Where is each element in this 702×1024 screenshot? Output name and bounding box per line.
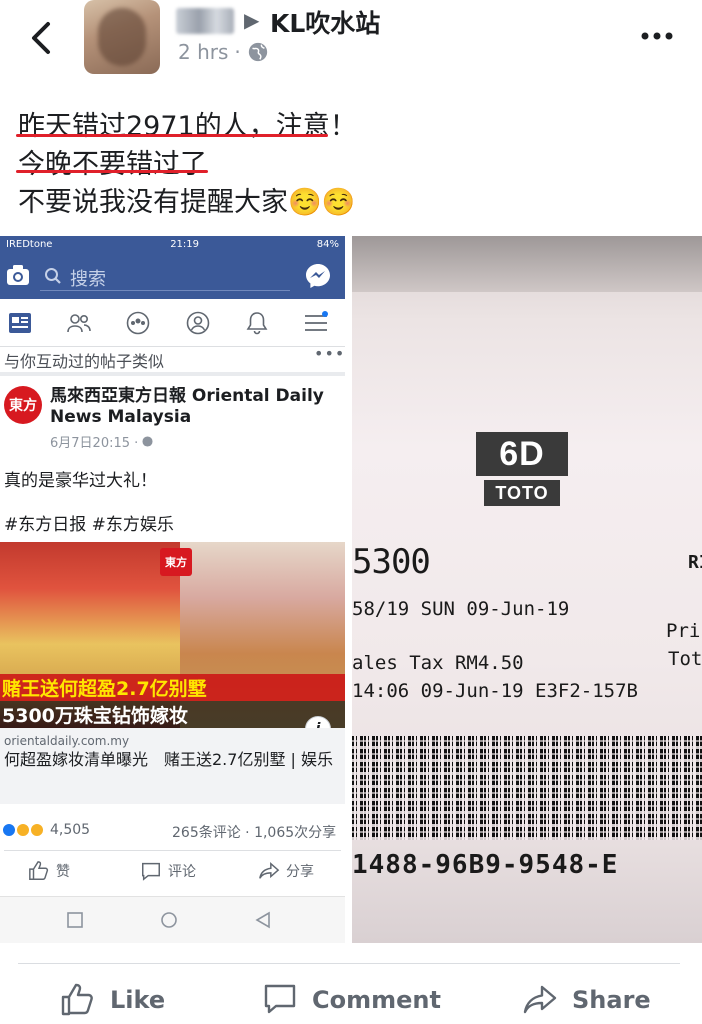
thumbs-up-icon (61, 983, 93, 1016)
shared-post-date: 6月7日20:15 · (50, 432, 153, 451)
ticket-draw-line: 58/19 SUN 09-Jun-19 (352, 598, 570, 620)
shared-post-text: 真的是豪华过大礼！ (4, 471, 157, 491)
screenshot-share-label: 分享 (286, 864, 314, 880)
ticket-time-line: 14:06 09-Jun-19 E3F2-157B (352, 680, 638, 702)
post-meta: 2 hrs · (178, 40, 269, 64)
photo-logo: 東方 (160, 548, 192, 576)
facebook-header: 搜索 (0, 253, 345, 299)
divider (0, 372, 345, 376)
screenshot-share-action: 分享 (258, 860, 314, 882)
battery-level: 84% (316, 239, 339, 250)
thumbs-up-icon (29, 861, 49, 880)
photo-overlay-headline: 赌王送何超盈2.7亿别墅 (0, 674, 345, 701)
post-time: 2 hrs (178, 40, 229, 64)
search-bar: 搜索 (40, 261, 290, 291)
oriental-daily-logo: 東方 (4, 386, 42, 424)
screenshot-like-action: 赞 (28, 860, 70, 882)
haha-reaction-icon (30, 823, 44, 837)
profile-icon (186, 311, 210, 335)
toto-6d-logo: 6D (476, 432, 568, 476)
menu-icon (305, 311, 328, 331)
comment-icon (264, 984, 296, 1014)
more-options-icon[interactable] (640, 30, 674, 42)
share-icon (523, 985, 557, 1014)
red-underline-1 (16, 134, 328, 137)
link-preview: orientaldaily.com.my 何超盈嫁妆清单曝光 赌王送2.7亿别墅… (0, 728, 345, 804)
shared-post-date-text: 6月7日20:15 · (50, 436, 139, 451)
comment-label: Comment (312, 986, 441, 1014)
caption-line-1: 昨天错过2971的人，注意！ (18, 111, 357, 142)
comment-button[interactable]: Comment (262, 982, 441, 1018)
globe-icon (248, 42, 267, 62)
divider (18, 963, 680, 964)
news-feed-icon (9, 313, 31, 333)
ticket-barcode (352, 736, 702, 840)
link-domain: orientaldaily.com.my (4, 734, 130, 748)
notifications-bell-icon (246, 312, 268, 335)
shared-post-hashtags: #东方日报 #东方娱乐 (4, 515, 174, 535)
like-label: Like (110, 986, 166, 1014)
wow-reaction-icon (16, 823, 30, 837)
search-icon (45, 268, 61, 284)
share-label: Share (572, 986, 651, 1014)
globe-icon (142, 436, 153, 447)
section-more-icon: ••• (314, 344, 345, 363)
red-underline-2 (16, 170, 208, 173)
ticket-serial: 1488-96B9-9548-E (352, 850, 619, 880)
divider (4, 850, 341, 851)
status-time: 21:19 (170, 239, 200, 250)
link-title: 何超盈嫁妆清单曝光 赌王送2.7亿别墅 | 娱乐 (4, 750, 334, 769)
like-reaction-icon (2, 823, 16, 837)
screenshot-comment-action: 评论 (140, 860, 196, 882)
photo-overlay-subheadline: 5300万珠宝钻饰嫁妆 (0, 701, 345, 728)
recent-apps-icon (67, 912, 83, 928)
back-icon (255, 911, 270, 929)
camera-icon (7, 265, 29, 285)
avatar[interactable] (84, 0, 160, 74)
section-header: 与你互动过的帖子类似 (4, 352, 165, 371)
ticket-price-label: Pric (666, 620, 702, 642)
carrier-label: IREDtone (6, 239, 53, 250)
ticket-total-label: Tot (668, 648, 702, 670)
ticket-shadow (352, 236, 702, 292)
screenshot-like-label: 赞 (56, 864, 70, 880)
friends-icon (67, 314, 91, 333)
reactions-summary: 4,505 (2, 822, 90, 838)
android-nav-bar (0, 896, 345, 943)
search-placeholder: 搜索 (70, 269, 106, 290)
caption-line-3: 不要说我没有提醒大家☺️☺️ (18, 187, 356, 218)
reactions-count: 4,505 (50, 822, 91, 838)
share-button[interactable]: Share (522, 982, 651, 1018)
comment-icon (142, 862, 160, 881)
like-button[interactable]: Like (60, 982, 165, 1018)
groups-icon (126, 311, 150, 335)
ticket-corner-text: RI (688, 552, 702, 573)
back-arrow-icon[interactable] (26, 18, 56, 58)
ticket-tax-line: ales Tax RM4.50 (352, 652, 524, 674)
comments-shares-stats: 265条评论 · 1,065次分享 (172, 825, 337, 841)
page-name[interactable]: KL吹水站 (270, 4, 380, 40)
ticket-number: 5300 (352, 542, 431, 582)
author-name-blurred[interactable] (176, 8, 234, 34)
facebook-nav-bar (0, 299, 345, 347)
shared-page-name: 馬來西亞東方日報 Oriental Daily News Malaysia (50, 386, 324, 427)
shared-to-arrow-icon: ▶ (244, 8, 260, 32)
messenger-icon (306, 264, 330, 288)
caption-line-2: 今晚不要错过了 (18, 149, 207, 180)
lottery-ticket-photo[interactable]: 6D TOTO 5300 RI 58/19 SUN 09-Jun-19 Pric… (352, 236, 702, 943)
facebook-screenshot-image[interactable]: IREDtone 21:19 84% 搜索 与你互动过的帖子类似 ••• 東方 … (0, 236, 345, 943)
screenshot-comment-label: 评论 (168, 864, 196, 880)
home-icon (161, 912, 177, 928)
toto-logo-text: TOTO (484, 480, 560, 506)
share-icon (259, 862, 280, 879)
wedding-photo: 東方 赌王送何超盈2.7亿别墅 5300万珠宝钻饰嫁妆 (0, 542, 345, 728)
phone-status-bar: IREDtone 21:19 84% (0, 236, 345, 253)
